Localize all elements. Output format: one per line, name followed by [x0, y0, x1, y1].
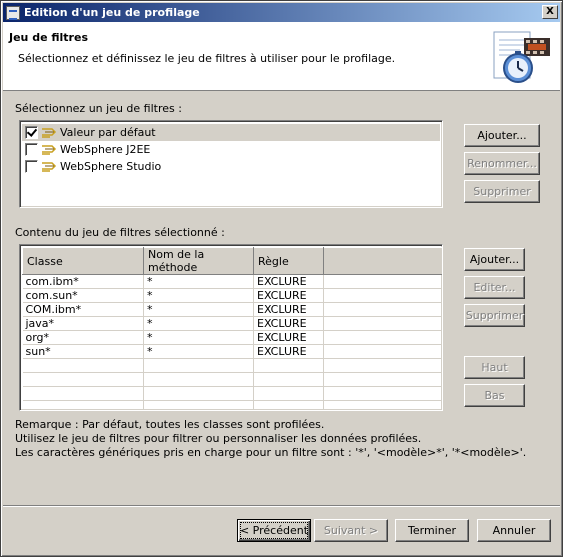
- cell-class: org*: [22, 330, 144, 345]
- cell-method: *: [143, 316, 254, 331]
- cell-rule: EXCLURE: [253, 288, 324, 303]
- window-title: Edition d'un jeu de profilage: [24, 6, 200, 19]
- profiling-clock-icon: [493, 31, 550, 83]
- cell-class: com.ibm*: [22, 274, 144, 289]
- title-bar[interactable]: Edition d'un jeu de profilage X: [3, 3, 560, 22]
- note-line: Les caractères génériques pris en charge…: [15, 446, 527, 459]
- filter-arrows-icon: [42, 161, 57, 172]
- table-row[interactable]: COM.ibm* * EXCLURE: [22, 302, 442, 317]
- filter-arrows-icon: [42, 127, 57, 138]
- cell-class: com.sun*: [22, 288, 144, 303]
- filter-table[interactable]: Classe Nom de la méthode Règle com.ibm* …: [19, 244, 443, 411]
- footer-separator: [3, 505, 560, 507]
- page-description: Sélectionnez et définissez le jeu de fil…: [18, 52, 396, 65]
- delete-filter-set-button[interactable]: Supprimer: [464, 180, 540, 203]
- column-header-filler: [323, 247, 442, 275]
- back-button[interactable]: < Précédent: [237, 519, 311, 542]
- cancel-button[interactable]: Annuler: [477, 519, 551, 542]
- profiling-dialog: Edition d'un jeu de profilage X Jeu de f…: [0, 0, 563, 557]
- empty-row: [22, 358, 442, 373]
- move-up-button[interactable]: Haut: [464, 356, 525, 379]
- filter-arrows-icon: [42, 144, 57, 155]
- app-icon: [6, 5, 20, 20]
- filter-set-list[interactable]: Valeur par défaut WebSphere J2EE WebSphe…: [19, 120, 443, 208]
- edit-filter-button[interactable]: Editer...: [464, 276, 525, 299]
- studio-checkbox[interactable]: [25, 160, 38, 173]
- cell-class: sun*: [22, 344, 144, 359]
- cell-method: *: [143, 344, 254, 359]
- add-filter-button[interactable]: Ajouter...: [464, 248, 525, 271]
- list-item-label: Valeur par défaut: [60, 126, 156, 139]
- column-header-rule[interactable]: Règle: [253, 247, 324, 275]
- cell-method: *: [143, 288, 254, 303]
- filter-set-label: Sélectionnez un jeu de filtres :: [15, 102, 182, 115]
- cell-class: java*: [22, 316, 144, 331]
- list-item-websphere-j2ee[interactable]: WebSphere J2EE: [22, 141, 440, 158]
- notes: Remarque : Par défaut, toutes les classe…: [15, 418, 526, 460]
- column-header-class[interactable]: Classe: [22, 247, 144, 275]
- cell-rule: EXCLURE: [253, 302, 324, 317]
- close-button[interactable]: X: [542, 5, 558, 19]
- next-button[interactable]: Suivant >: [314, 519, 388, 542]
- cell-rule: EXCLURE: [253, 330, 324, 345]
- wizard-banner: Jeu de filtres Sélectionnez et définisse…: [3, 22, 560, 91]
- empty-row: [22, 400, 442, 410]
- note-line: Remarque : Par défaut, toutes les classe…: [15, 418, 325, 431]
- cell-rule: EXCLURE: [253, 344, 324, 359]
- rename-filter-set-button[interactable]: Renommer...: [464, 152, 540, 175]
- page-title: Jeu de filtres: [9, 31, 88, 44]
- empty-row: [22, 372, 442, 387]
- cell-method: *: [143, 302, 254, 317]
- table-row[interactable]: com.sun* * EXCLURE: [22, 288, 442, 303]
- cell-method: *: [143, 330, 254, 345]
- list-item-websphere-studio[interactable]: WebSphere Studio: [22, 158, 440, 175]
- cell-class: COM.ibm*: [22, 302, 144, 317]
- list-item-default[interactable]: Valeur par défaut: [22, 124, 440, 141]
- move-down-button[interactable]: Bas: [464, 384, 525, 407]
- delete-filter-button[interactable]: Supprimer: [464, 304, 525, 327]
- list-item-label: WebSphere J2EE: [60, 143, 151, 156]
- table-row[interactable]: sun* * EXCLURE: [22, 344, 442, 359]
- column-header-method[interactable]: Nom de la méthode: [143, 247, 254, 275]
- empty-row: [22, 386, 442, 401]
- finish-button[interactable]: Terminer: [395, 519, 469, 542]
- table-header: Classe Nom de la méthode Règle: [22, 247, 442, 275]
- table-row[interactable]: org* * EXCLURE: [22, 330, 442, 345]
- cell-rule: EXCLURE: [253, 316, 324, 331]
- list-item-label: WebSphere Studio: [60, 160, 162, 173]
- cell-method: *: [143, 274, 254, 289]
- note-line: Utilisez le jeu de filtres pour filtrer …: [15, 432, 422, 445]
- filter-contents-label: Contenu du jeu de filtres sélectionné :: [15, 226, 225, 239]
- add-filter-set-button[interactable]: Ajouter...: [464, 124, 540, 147]
- table-row[interactable]: java* * EXCLURE: [22, 316, 442, 331]
- table-row[interactable]: com.ibm* * EXCLURE: [22, 274, 442, 289]
- default-checkbox[interactable]: [25, 126, 38, 139]
- j2ee-checkbox[interactable]: [25, 143, 38, 156]
- cell-rule: EXCLURE: [253, 274, 324, 289]
